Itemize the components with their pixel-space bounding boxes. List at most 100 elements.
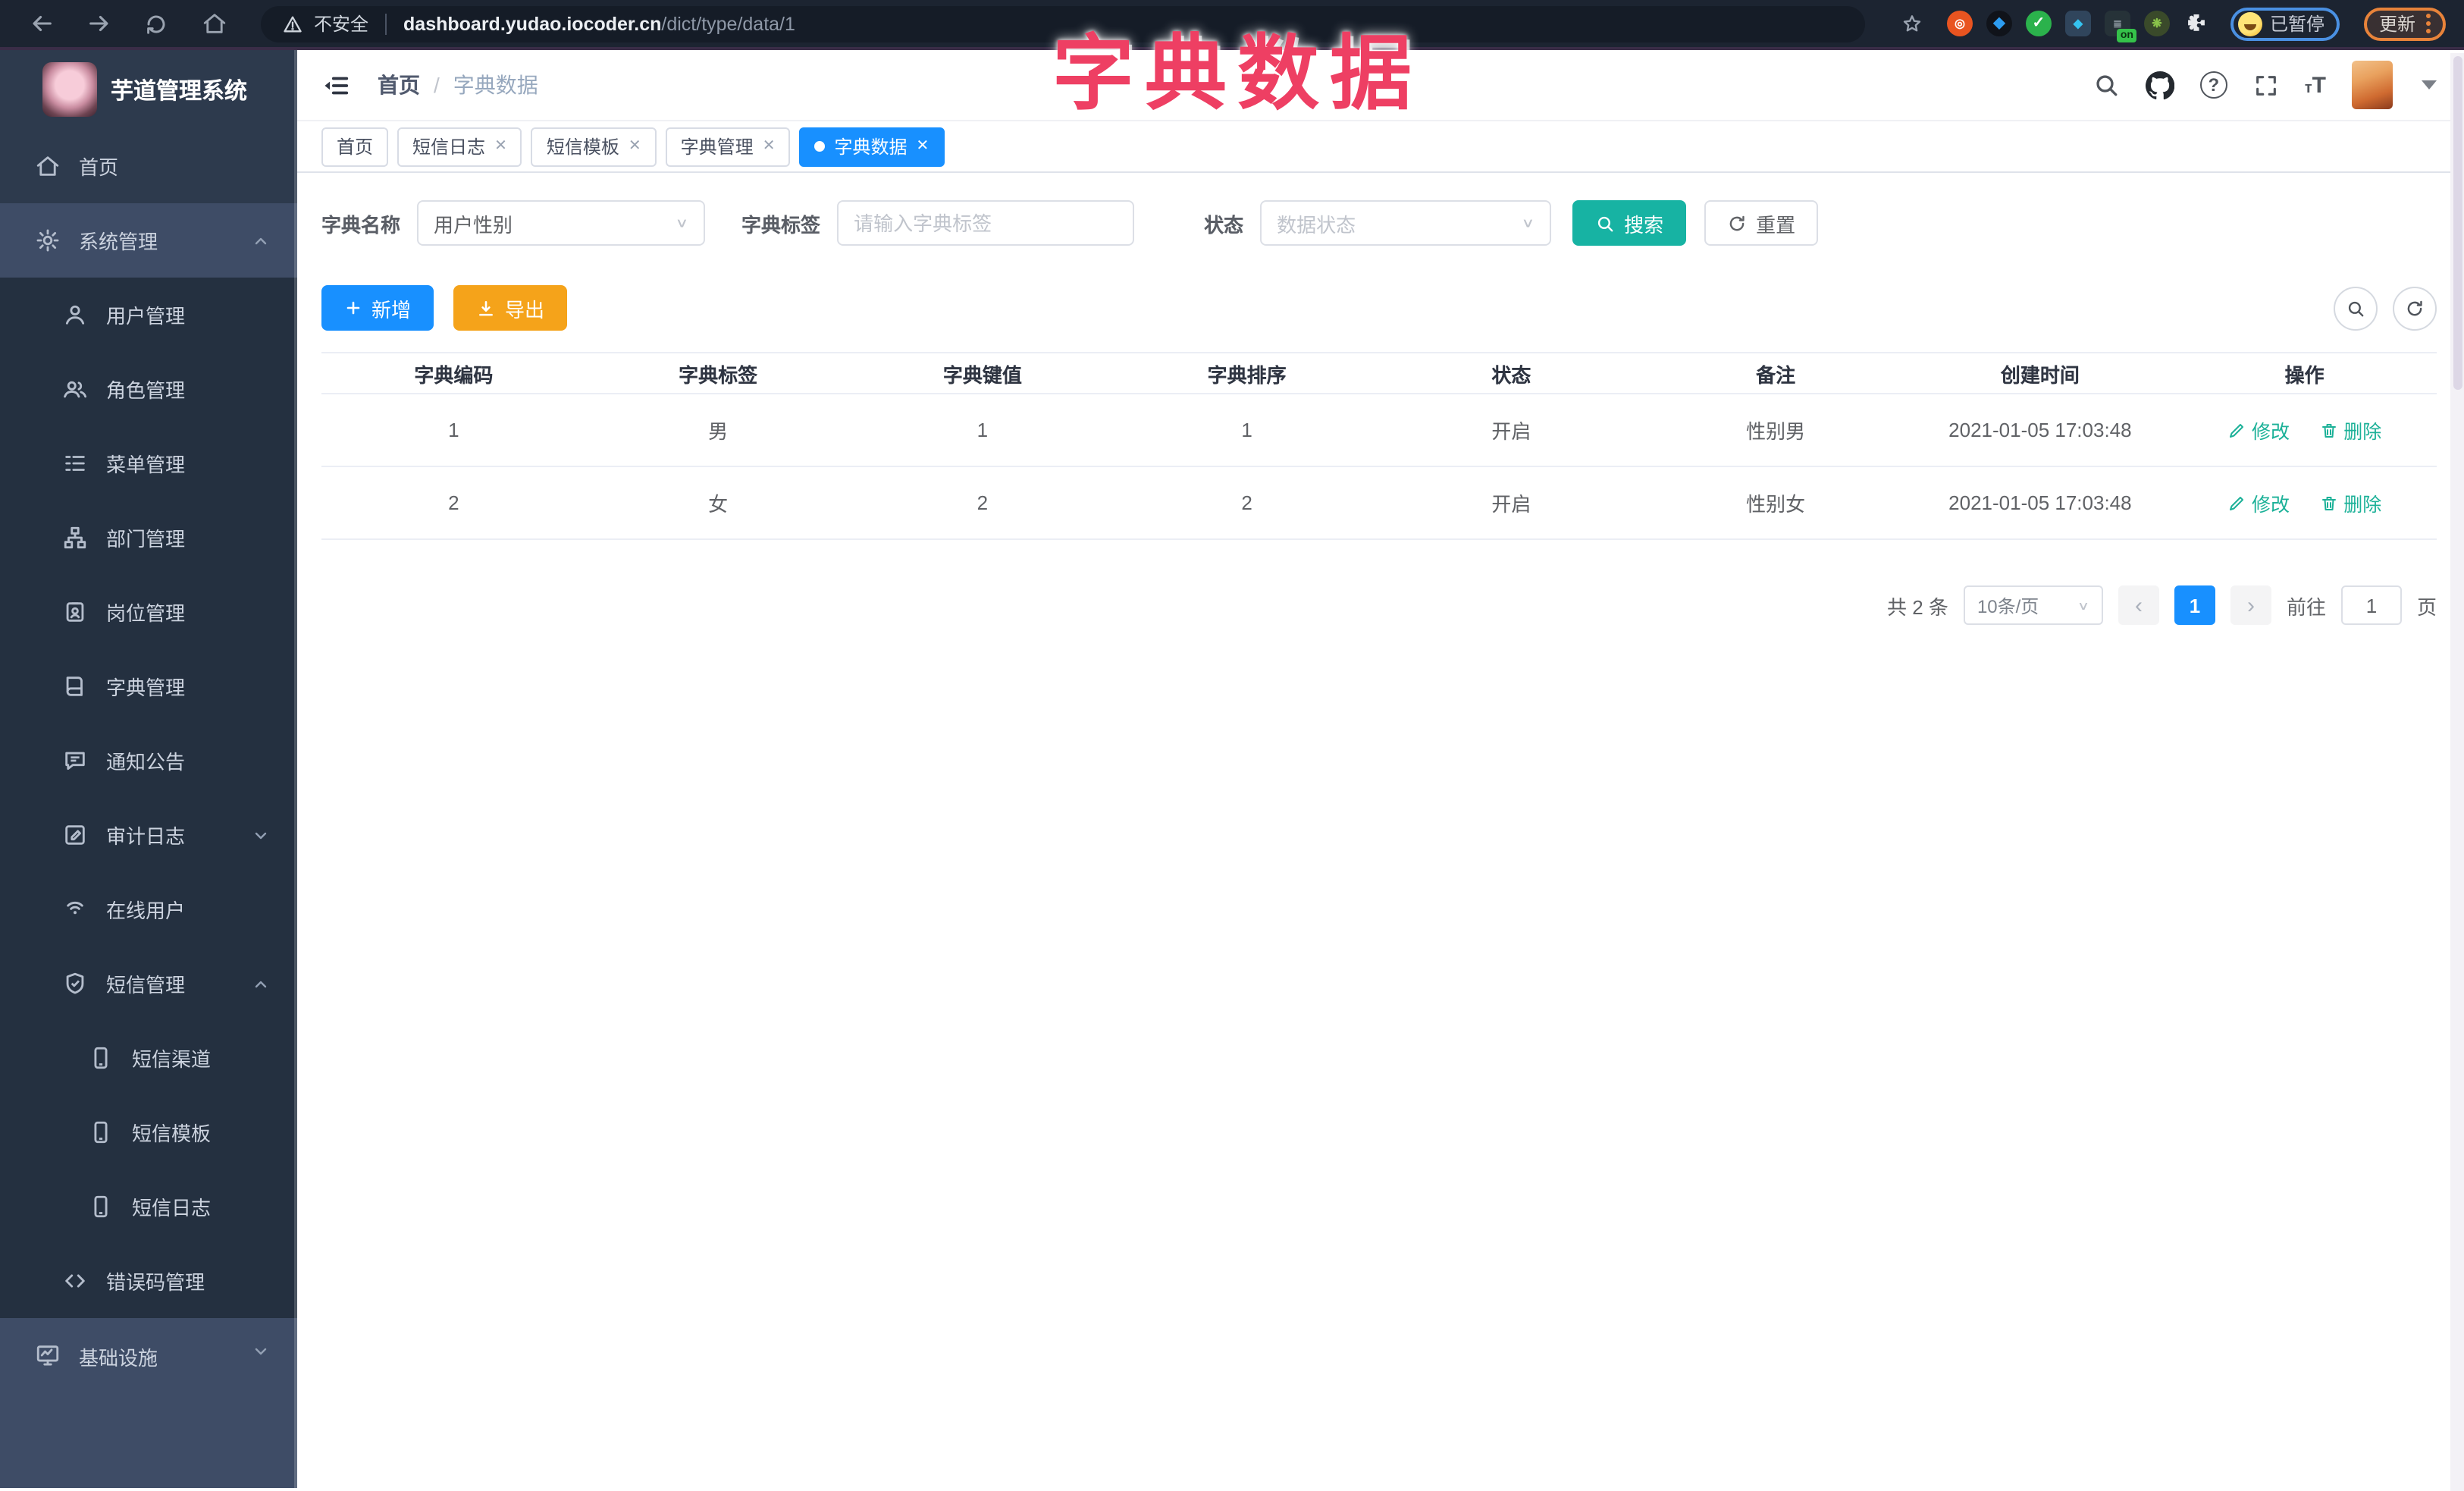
- trash-icon: [2319, 421, 2337, 439]
- table-row: 2 女 2 2 开启 性别女 2021-01-05 17:03:48 修改 删除: [321, 466, 2437, 540]
- breadcrumb-home[interactable]: 首页: [378, 70, 420, 100]
- sidebar-item-infrastructure[interactable]: 基础设施: [0, 1318, 297, 1488]
- profile-chip[interactable]: 已暂停: [2230, 7, 2340, 40]
- sidebar-item-sms-log[interactable]: 短信日志: [0, 1169, 297, 1244]
- user-avatar[interactable]: [2352, 61, 2393, 109]
- reset-button[interactable]: 重置: [1704, 200, 1819, 246]
- goto-page-input[interactable]: [2340, 585, 2402, 625]
- add-button[interactable]: 新增: [321, 285, 434, 331]
- sidebar-item-home[interactable]: 首页: [0, 129, 297, 203]
- sidebar-collapse-icon[interactable]: [321, 71, 350, 99]
- sidebar-item-error-code[interactable]: 错误码管理: [0, 1244, 297, 1318]
- tab-home[interactable]: 首页: [321, 127, 389, 166]
- blue-gem-extension-icon[interactable]: ◆: [1986, 11, 2012, 36]
- edit-link[interactable]: 修改: [2227, 488, 2290, 517]
- cell-dict-label: 男: [585, 394, 851, 467]
- search-icon: [1595, 213, 1615, 233]
- puzzle-extension-icon[interactable]: [2183, 11, 2209, 36]
- window-scrollbar[interactable]: [2450, 53, 2464, 1491]
- close-icon[interactable]: ✕: [917, 138, 929, 155]
- github-icon[interactable]: [2146, 71, 2174, 99]
- browser-update-button[interactable]: 更新: [2363, 7, 2446, 40]
- trash-icon: [2319, 494, 2337, 512]
- tab-dict-data[interactable]: 字典数据 ✕: [799, 127, 945, 166]
- page-size-select[interactable]: 10条/页 ∨: [1963, 585, 2103, 625]
- menu-list-icon: [62, 450, 88, 476]
- blue-diamond-extension-icon[interactable]: ◆: [2064, 11, 2091, 36]
- code-icon: [62, 1268, 88, 1294]
- cell-created-time: 2021-01-05 17:03:48: [1908, 466, 2173, 540]
- search-button[interactable]: 搜索: [1572, 200, 1687, 246]
- sidebar-item-dept-management[interactable]: 部门管理: [0, 501, 297, 575]
- green-dot-extension-icon[interactable]: ❋: [2143, 11, 2170, 36]
- tab-sms-template[interactable]: 短信模板 ✕: [531, 127, 657, 166]
- fullscreen-icon[interactable]: [2253, 72, 2279, 98]
- dict-label-input[interactable]: [837, 200, 1135, 246]
- edit-link[interactable]: 修改: [2227, 416, 2290, 444]
- sidebar-item-system-management[interactable]: 系统管理: [0, 203, 297, 278]
- security-warning-icon[interactable]: [282, 13, 303, 34]
- search-icon[interactable]: [2093, 71, 2120, 99]
- cell-created-time: 2021-01-05 17:03:48: [1908, 394, 2173, 467]
- chevron-up-icon: [252, 975, 270, 993]
- annotation-title: 字典数据: [1052, 29, 1422, 120]
- browser-menu-icon[interactable]: [2426, 14, 2431, 33]
- sidebar-item-dict-management[interactable]: 字典管理: [0, 649, 297, 724]
- sidebar-item-sms-management[interactable]: 短信管理: [0, 946, 297, 1021]
- sidebar-item-sms-template[interactable]: 短信模板: [0, 1095, 297, 1169]
- goto-label: 前往: [2286, 595, 2326, 618]
- browser-forward-icon[interactable]: [76, 5, 121, 42]
- status-label: 状态: [1204, 213, 1244, 236]
- phone-icon: [88, 1045, 114, 1071]
- cell-status: 开启: [1379, 466, 1644, 540]
- sidebar-item-post-management[interactable]: 岗位管理: [0, 575, 297, 649]
- refresh-table-button[interactable]: [2393, 286, 2437, 330]
- bookmark-star-icon[interactable]: [1889, 5, 1935, 42]
- column-header: 字典编码: [321, 352, 586, 394]
- font-size-icon[interactable]: тT: [2305, 74, 2326, 96]
- tab-dict-management[interactable]: 字典管理 ✕: [665, 127, 791, 166]
- browser-home-icon[interactable]: [191, 5, 237, 42]
- close-icon[interactable]: ✕: [494, 138, 507, 155]
- column-header: 操作: [2172, 352, 2437, 394]
- org-tree-icon: [62, 525, 88, 551]
- export-button[interactable]: 导出: [453, 285, 568, 331]
- column-header: 备注: [1643, 352, 1908, 394]
- sidebar-item-online-users[interactable]: 在线用户: [0, 872, 297, 946]
- table-toolbar: 新增 导出: [321, 285, 2437, 331]
- scrollbar-thumb[interactable]: [2453, 56, 2462, 390]
- close-icon[interactable]: ✕: [629, 138, 641, 155]
- orange-ring-extension-icon[interactable]: ◎: [1946, 11, 1973, 36]
- sidebar-item-role-management[interactable]: 角色管理: [0, 352, 297, 426]
- search-icon: [2346, 298, 2365, 318]
- status-select[interactable]: 数据状态 ∨: [1260, 200, 1552, 246]
- on-badge-extension-icon[interactable]: ≣ on: [2104, 11, 2136, 42]
- sidebar-item-menu-management[interactable]: 菜单管理: [0, 426, 297, 501]
- caret-down-icon[interactable]: [2422, 80, 2437, 89]
- toggle-search-button[interactable]: [2334, 286, 2378, 330]
- dict-data-table: 字典编码 字典标签 字典键值 字典排序 状态 备注 创建时间 操作 1 男 1 …: [321, 352, 2437, 540]
- delete-link[interactable]: 删除: [2319, 488, 2381, 517]
- browser-reload-icon[interactable]: [133, 5, 179, 42]
- tags-view-bar: 首页 短信日志 ✕ 短信模板 ✕ 字典管理 ✕ 字典数据 ✕: [297, 121, 2464, 173]
- tab-sms-log[interactable]: 短信日志 ✕: [397, 127, 522, 166]
- help-icon[interactable]: ?: [2199, 71, 2227, 99]
- delete-link[interactable]: 删除: [2319, 416, 2381, 444]
- close-icon[interactable]: ✕: [763, 138, 776, 155]
- goto-suffix: 页: [2416, 595, 2437, 618]
- page-button-1[interactable]: 1: [2174, 585, 2215, 625]
- sidebar-item-sms-channel[interactable]: 短信渠道: [0, 1021, 297, 1095]
- navbar-actions: ? тT: [2093, 61, 2437, 109]
- sidebar-item-user-management[interactable]: 用户管理: [0, 278, 297, 352]
- next-page-button[interactable]: ›: [2230, 585, 2271, 625]
- prev-page-button[interactable]: ‹: [2118, 585, 2159, 625]
- cell-dict-value: 1: [850, 394, 1115, 467]
- sidebar-item-announcement[interactable]: 通知公告: [0, 724, 297, 798]
- browser-back-icon[interactable]: [18, 5, 64, 42]
- refresh-icon: [2405, 298, 2425, 318]
- green-check-extension-icon[interactable]: ✓: [2025, 11, 2052, 36]
- sidebar-item-audit-log[interactable]: 审计日志: [0, 798, 297, 872]
- dict-name-select[interactable]: 用户性别 ∨: [417, 200, 706, 246]
- app-logo-row[interactable]: 芋道管理系统: [0, 50, 297, 129]
- pencil-icon: [2227, 421, 2246, 439]
